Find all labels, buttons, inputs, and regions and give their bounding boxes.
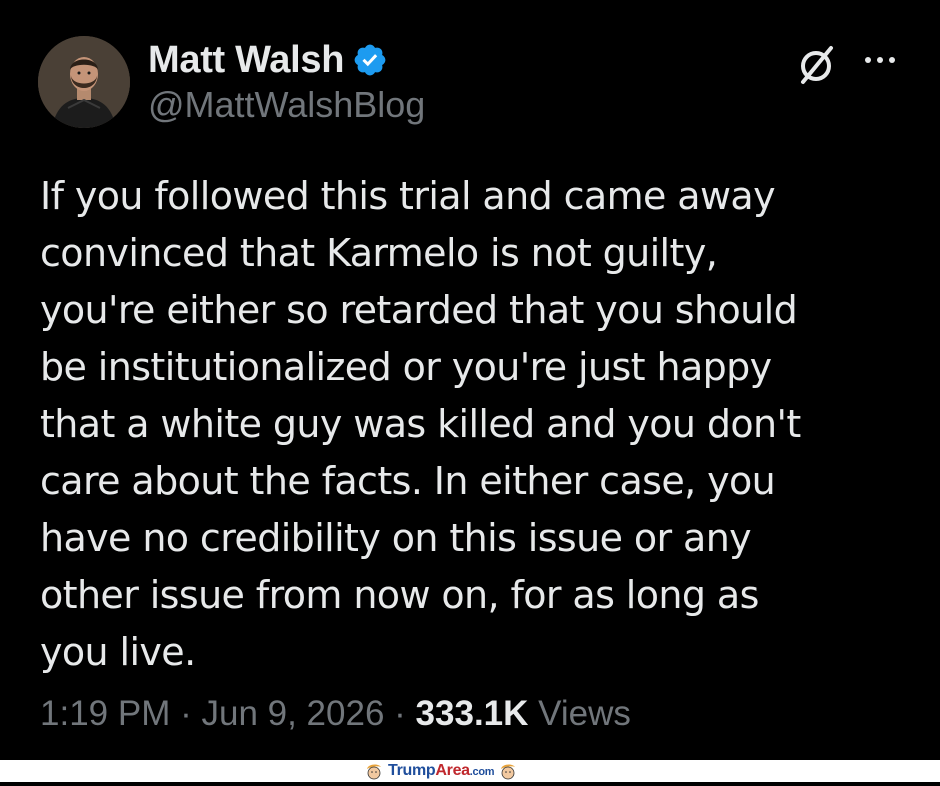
watermark-text: TrumpArea.com <box>388 762 495 780</box>
meta-separator: · <box>180 694 192 733</box>
tweet-time[interactable]: 1:19 PM <box>40 694 170 733</box>
tweet-date[interactable]: Jun 9, 2026 <box>201 694 384 733</box>
tweet-card: Matt Walsh @MattWalshBlog If you followe… <box>0 0 940 760</box>
watermark-brand-trump: Trump <box>388 762 436 779</box>
more-options-icon[interactable] <box>858 50 904 70</box>
author-display-name[interactable]: Matt Walsh <box>148 39 344 82</box>
grok-slash-icon[interactable] <box>794 42 840 88</box>
watermark-brand-area: Area <box>435 762 470 779</box>
watermark: TrumpArea.com <box>364 760 518 782</box>
author-avatar[interactable] <box>38 36 130 128</box>
views-label: Views <box>538 694 631 733</box>
author-name-row[interactable]: Matt Walsh <box>148 36 388 84</box>
tweet-text: If you followed this trial and came away… <box>40 174 801 674</box>
meta-separator: · <box>394 694 406 733</box>
watermark-face-icon <box>498 761 518 781</box>
avatar-photo <box>38 36 130 128</box>
watermark-face-icon <box>364 761 384 781</box>
author-handle[interactable]: @MattWalshBlog <box>148 84 425 126</box>
verified-badge-icon <box>352 42 388 78</box>
watermark-brand-com: .com <box>469 766 495 778</box>
views-count[interactable]: 333.1K <box>416 694 529 733</box>
tweet-metadata: 1:19 PM · Jun 9, 2026 · 333.1K Views <box>40 694 631 734</box>
